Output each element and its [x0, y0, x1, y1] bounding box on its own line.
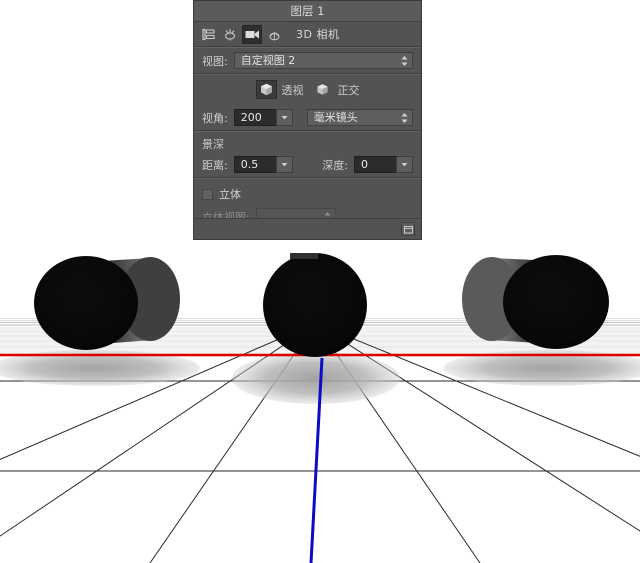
perspective-label: 透视 — [281, 83, 304, 97]
view-row[interactable]: 视图: 自定视图 2 — [194, 48, 421, 73]
stereo-label: 立体 — [219, 188, 241, 201]
camera-icon[interactable] — [242, 24, 262, 44]
dof-row[interactable]: 距离: 0.5 深度: 0 — [194, 152, 421, 177]
view-label: 视图: — [202, 54, 228, 68]
chevron-updown-icon — [401, 112, 408, 123]
lens-unit-value: 毫米镜头 — [313, 111, 358, 124]
perspective-icon[interactable] — [255, 80, 277, 99]
view-select-value: 自定视图 2 — [240, 54, 296, 67]
delete-icon[interactable] — [401, 222, 415, 236]
lens-unit-select[interactable]: 毫米镜头 — [306, 109, 413, 126]
dof-depth-field[interactable]: 0 — [354, 156, 413, 173]
fov-row[interactable]: 视角: 200 毫米镜头 — [194, 105, 421, 130]
chevron-down-icon — [401, 163, 408, 167]
fov-dropdown-arrow[interactable] — [275, 109, 293, 126]
dof-depth-value[interactable]: 0 — [354, 156, 396, 173]
mesh-icon[interactable] — [220, 25, 240, 44]
fov-field[interactable]: 200 — [233, 109, 293, 126]
scene-icon[interactable] — [198, 25, 218, 44]
chevron-down-icon — [281, 116, 288, 120]
dof-section-title: 景深 — [202, 138, 224, 151]
panel-footer — [194, 218, 421, 239]
orthographic-label: 正交 — [337, 83, 360, 97]
view-select[interactable]: 自定视图 2 — [233, 52, 413, 69]
fov-label: 视角: — [202, 111, 228, 125]
cylinder-right[interactable] — [462, 255, 609, 349]
cylinder-left[interactable] — [34, 256, 180, 350]
chevron-down-icon — [281, 163, 288, 167]
panel-section-label: 3D 相机 — [296, 28, 340, 41]
dof-depth-dropdown-arrow[interactable] — [396, 156, 413, 173]
dof-distance-label: 距离: — [202, 158, 228, 172]
panel-tab-row[interactable]: 3D 相机 — [194, 22, 421, 46]
sphere-center[interactable] — [263, 253, 367, 357]
dof-distance-dropdown-arrow[interactable] — [275, 156, 293, 173]
dof-depth-label: 深度: — [322, 158, 348, 172]
3d-properties-panel[interactable]: 图层 1 3D 相机 视图: 自定视图 2 透视 正交 视角: 200 毫米镜头… — [193, 0, 422, 240]
stereo-row[interactable]: 立体 — [194, 179, 421, 206]
chevron-updown-icon — [401, 55, 408, 66]
orthographic-icon[interactable] — [312, 80, 333, 99]
orthographic-option[interactable]: 正交 — [312, 80, 360, 99]
stereo-checkbox[interactable] — [202, 188, 213, 200]
dof-distance-field[interactable]: 0.5 — [233, 156, 293, 173]
projection-row[interactable]: 透视 正交 — [194, 75, 421, 105]
dof-distance-value[interactable]: 0.5 — [233, 156, 276, 173]
panel-title: 图层 1 — [194, 1, 421, 22]
light-icon[interactable] — [264, 25, 284, 44]
fov-value[interactable]: 200 — [233, 109, 276, 126]
perspective-option[interactable]: 透视 — [255, 80, 304, 99]
